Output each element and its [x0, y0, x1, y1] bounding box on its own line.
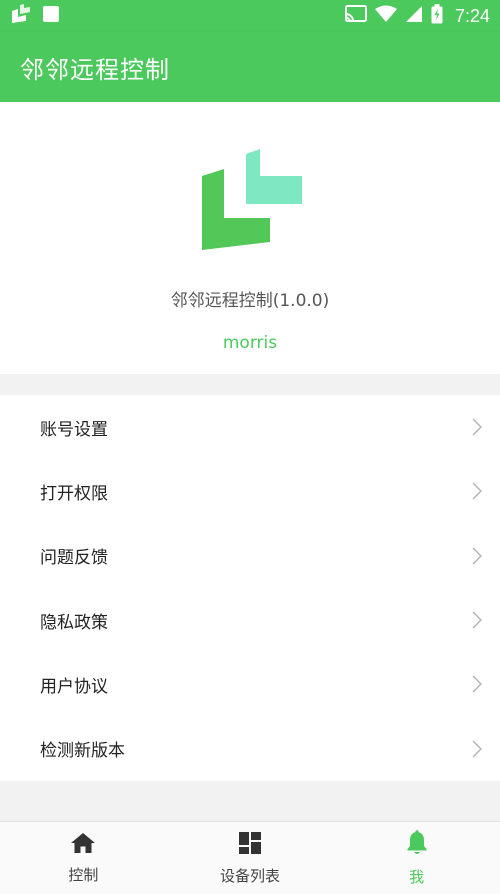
app-version: 邻邻远程控制(1.0.0)	[170, 291, 330, 311]
nav-item-me[interactable]: 我	[333, 822, 500, 894]
menu-item-user-agreement[interactable]: 用户协议	[0, 652, 500, 716]
menu-item-label: 用户协议	[40, 676, 108, 697]
home-icon	[70, 832, 96, 858]
battery-icon	[431, 4, 443, 28]
nav-label: 我	[409, 867, 425, 886]
menu-item-feedback[interactable]: 问题反馈	[0, 524, 500, 588]
chevron-right-icon	[472, 482, 482, 500]
menu-item-label: 问题反馈	[40, 548, 108, 569]
chevron-right-icon	[472, 675, 482, 693]
dashboard-icon	[238, 831, 262, 859]
chevron-right-icon	[472, 418, 482, 436]
app-logo-icon	[10, 4, 32, 28]
nav-item-device-list[interactable]: 设备列表	[167, 822, 334, 894]
app-logo-light-shape	[246, 149, 302, 204]
square-icon	[42, 5, 60, 27]
status-time: 7:24	[454, 5, 490, 26]
username: morris	[222, 333, 278, 353]
menu-item-label: 打开权限	[40, 483, 108, 504]
nav-label: 控制	[68, 865, 99, 884]
app-bar: 邻邻远程控制	[0, 32, 500, 102]
chevron-right-icon	[472, 740, 482, 758]
chevron-right-icon	[472, 547, 482, 565]
nav-label: 设备列表	[220, 866, 281, 885]
menu-item-open-permissions[interactable]: 打开权限	[0, 459, 500, 523]
menu-item-account-settings[interactable]: 账号设置	[0, 395, 500, 459]
bottom-nav: 控制 设备列表 我	[0, 821, 500, 894]
settings-menu: 账号设置 打开权限 问题反馈 隐私政策 用户协议 检测新版本	[0, 395, 500, 781]
app-title: 邻邻远程控制	[20, 55, 170, 84]
menu-item-label: 隐私政策	[40, 612, 108, 633]
chevron-right-icon	[472, 611, 482, 629]
bell-icon	[406, 829, 428, 860]
wifi-icon	[374, 5, 397, 27]
signal-icon	[405, 5, 423, 27]
menu-item-label: 检测新版本	[40, 741, 125, 762]
status-bar: 7:24	[0, 0, 500, 32]
menu-item-check-update[interactable]: 检测新版本	[0, 716, 500, 780]
nav-item-control[interactable]: 控制	[0, 822, 167, 894]
cast-icon	[344, 5, 367, 27]
menu-item-label: 账号设置	[40, 419, 108, 440]
app-logo	[198, 146, 304, 254]
menu-item-privacy-policy[interactable]: 隐私政策	[0, 588, 500, 652]
